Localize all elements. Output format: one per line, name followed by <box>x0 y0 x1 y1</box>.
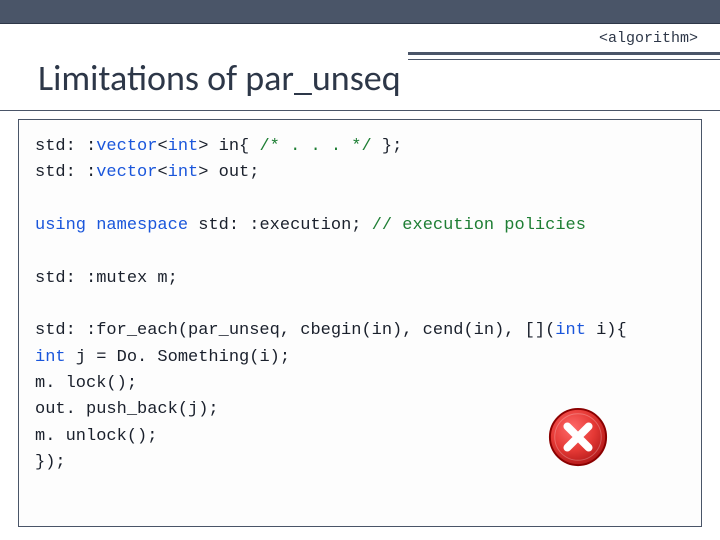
slide-title: Limitations of par_unseq <box>38 56 401 100</box>
code-line <box>35 239 685 265</box>
code-line: std: :for_each(par_unseq, cbegin(in), ce… <box>35 318 685 344</box>
header-rule <box>408 52 720 55</box>
error-icon <box>547 406 609 468</box>
header-rule <box>408 59 720 60</box>
code-line: std: :mutex m; <box>35 266 685 292</box>
code-line <box>35 187 685 213</box>
top-bar <box>0 0 720 24</box>
code-line: using namespace std: :execution; // exec… <box>35 213 685 239</box>
slide-header: <algorithm> Limitations of par_unseq <box>0 24 720 106</box>
code-line: std: :vector<int> out; <box>35 160 685 186</box>
code-line: m. lock(); <box>35 371 685 397</box>
code-block: std: :vector<int> in{ /* . . . */ }; std… <box>18 119 702 527</box>
divider <box>0 110 720 111</box>
code-line: int j = Do. Something(i); <box>35 345 685 371</box>
algorithm-header-tag: <algorithm> <box>599 30 698 47</box>
code-line: std: :vector<int> in{ /* . . . */ }; <box>35 134 685 160</box>
code-line <box>35 292 685 318</box>
